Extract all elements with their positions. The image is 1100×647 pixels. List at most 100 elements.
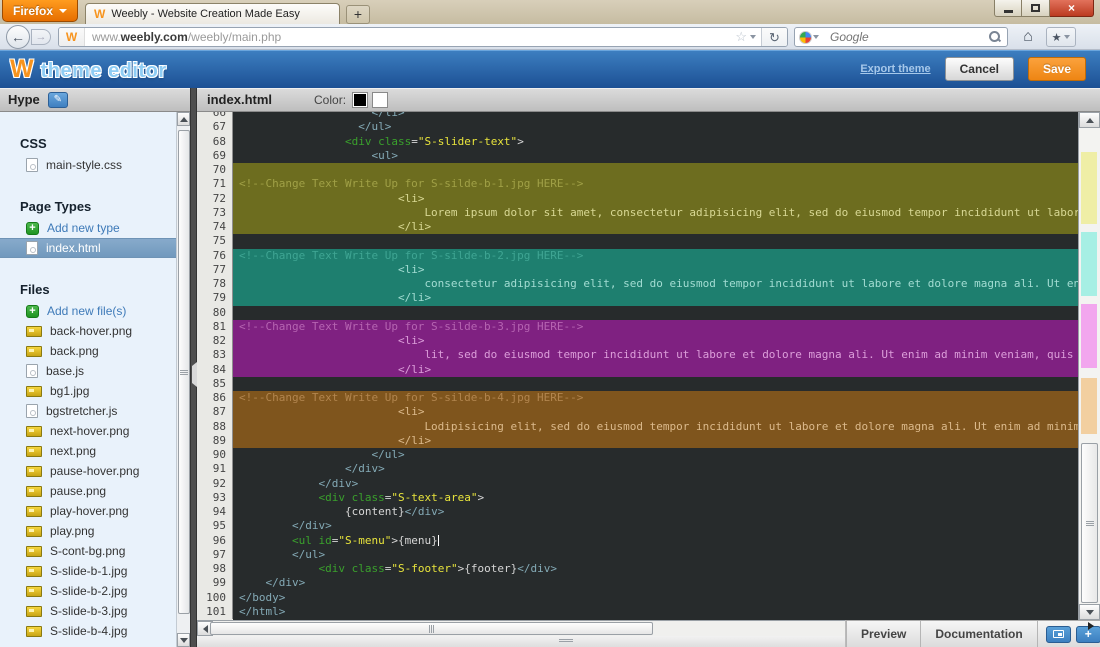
color-swatch-black[interactable] bbox=[352, 91, 369, 108]
url-text[interactable]: www.weebly.com/weebly/main.php bbox=[85, 30, 733, 44]
file-list-item[interactable]: play.png bbox=[0, 521, 176, 541]
scroll-up-button[interactable] bbox=[177, 112, 190, 126]
editor-horizontal-scrollbar[interactable] bbox=[197, 620, 845, 636]
code-line[interactable]: 87 <li> bbox=[197, 405, 1078, 420]
code-line[interactable]: 80 bbox=[197, 305, 1078, 320]
code-line[interactable]: 86 <!--Change Text Write Up for S-silde-b… bbox=[197, 391, 1078, 406]
code-line[interactable]: 100 </body> bbox=[197, 590, 1078, 605]
url-dropdown-icon[interactable] bbox=[750, 35, 756, 39]
browser-tab[interactable]: W Weebly - Website Creation Made Easy bbox=[85, 3, 340, 24]
file-list-item[interactable]: S-cont-bg.png bbox=[0, 541, 176, 561]
code-line[interactable]: 95 </div> bbox=[197, 519, 1078, 534]
scroll-down-button[interactable] bbox=[177, 633, 190, 647]
scrollbar-thumb[interactable] bbox=[210, 622, 653, 635]
color-swatch-white[interactable] bbox=[372, 91, 389, 108]
file-list-item[interactable]: pause.png bbox=[0, 481, 176, 501]
code-line[interactable]: 91 </div> bbox=[197, 462, 1078, 477]
code-line[interactable]: 90 </ul> bbox=[197, 448, 1078, 463]
file-list-item[interactable]: base.js bbox=[0, 361, 176, 381]
reload-button[interactable]: ↻ bbox=[761, 28, 787, 46]
file-list-item[interactable]: next-hover.png bbox=[0, 421, 176, 441]
code-line[interactable]: 98 <div class="S-footer">{footer}</div> bbox=[197, 562, 1078, 577]
code-line[interactable]: 81 <!--Change Text Write Up for S-silde-b… bbox=[197, 319, 1078, 334]
add-new-type-button[interactable]: + Add new type bbox=[0, 218, 176, 238]
forward-button[interactable]: → bbox=[31, 29, 51, 45]
code-line[interactable]: 84 </li> bbox=[197, 362, 1078, 377]
code-line[interactable]: 78 consectetur adipisicing elit, sed do … bbox=[197, 277, 1078, 292]
preview-button[interactable]: Preview bbox=[846, 621, 922, 647]
search-engine-dropdown-icon[interactable] bbox=[813, 35, 819, 39]
scrollbar-thumb[interactable] bbox=[178, 130, 190, 614]
search-input[interactable] bbox=[824, 29, 989, 45]
add-new-files-button[interactable]: + Add new file(s) bbox=[0, 301, 176, 321]
code-line[interactable]: 76 <!--Change Text Write Up for S-silde-b… bbox=[197, 248, 1078, 263]
minimize-button[interactable] bbox=[994, 0, 1022, 17]
close-button[interactable]: × bbox=[1050, 0, 1094, 17]
search-bar[interactable] bbox=[794, 27, 1008, 47]
code-line[interactable]: 66 </li> bbox=[197, 112, 1078, 121]
save-button[interactable]: Save bbox=[1027, 57, 1086, 81]
scroll-down-button[interactable] bbox=[1079, 604, 1100, 620]
back-button[interactable]: ← bbox=[6, 25, 30, 49]
code-line[interactable]: 77 <li> bbox=[197, 262, 1078, 277]
popout-preview-button[interactable] bbox=[1045, 625, 1071, 643]
maximize-button[interactable] bbox=[1022, 0, 1050, 17]
code-line[interactable]: 94 {content}</div> bbox=[197, 505, 1078, 520]
code-line[interactable]: 97 </ul> bbox=[197, 547, 1078, 562]
code-line[interactable]: 92 </div> bbox=[197, 476, 1078, 491]
code-line[interactable]: 82 <li> bbox=[197, 334, 1078, 349]
file-list-item[interactable]: back.png bbox=[0, 341, 176, 361]
code-editor[interactable]: 66 </li> 67 </ul> 68 <div class="S-slider-… bbox=[197, 112, 1078, 620]
code-line[interactable]: 89 </li> bbox=[197, 433, 1078, 448]
resize-grip-icon[interactable] bbox=[559, 639, 573, 642]
magnifier-icon[interactable] bbox=[989, 31, 1001, 43]
code-line[interactable]: 71 <!--Change Text Write Up for S-silde-b… bbox=[197, 177, 1078, 192]
code-line[interactable]: 73 Lorem ipsum dolor sit amet, consectet… bbox=[197, 205, 1078, 220]
google-search-icon[interactable] bbox=[799, 30, 812, 44]
export-theme-link[interactable]: Export theme bbox=[860, 63, 930, 75]
code-line[interactable]: 83 lit, sed do eiusmod tempor incididunt… bbox=[197, 348, 1078, 363]
code-line[interactable]: 101 </html> bbox=[197, 604, 1078, 619]
code-line[interactable]: 70 bbox=[197, 163, 1078, 178]
sidebar-item-index-html[interactable]: index.html bbox=[0, 238, 176, 258]
editor-vertical-scrollbar[interactable] bbox=[1078, 112, 1100, 620]
firefox-menu-button[interactable]: Firefox bbox=[2, 0, 79, 22]
code-line[interactable]: 72 <li> bbox=[197, 191, 1078, 206]
file-list-item[interactable]: S-slide-b-1.jpg bbox=[0, 561, 176, 581]
file-list-item[interactable]: S-slide-b-3.jpg bbox=[0, 601, 176, 621]
code-line[interactable]: 99 </div> bbox=[197, 576, 1078, 591]
file-list-item[interactable]: pause-hover.png bbox=[0, 461, 176, 481]
sidebar-item-main-style-css[interactable]: main-style.css bbox=[0, 155, 176, 175]
code-line[interactable]: 68 <div class="S-slider-text"> bbox=[197, 134, 1078, 149]
new-tab-button[interactable]: + bbox=[346, 5, 370, 24]
code-line[interactable]: 69 <ul> bbox=[197, 148, 1078, 163]
file-list-item[interactable]: S-slide-b-2.jpg bbox=[0, 581, 176, 601]
code-line[interactable]: 93 <div class="S-text-area"> bbox=[197, 490, 1078, 505]
url-bar[interactable]: W www.weebly.com/weebly/main.php ☆ ↻ bbox=[58, 27, 788, 47]
sidebar-scrollbar[interactable] bbox=[176, 112, 190, 647]
home-button[interactable]: ⌂ bbox=[1016, 26, 1040, 48]
bookmarks-button[interactable]: ★ bbox=[1046, 27, 1076, 47]
code-line[interactable]: 67 </ul> bbox=[197, 120, 1078, 135]
code-line[interactable]: 85 bbox=[197, 376, 1078, 391]
code-line[interactable]: 96 <ul id="S-menu">{menu} bbox=[197, 533, 1078, 548]
code-line[interactable]: 74 </li> bbox=[197, 220, 1078, 235]
file-list-item[interactable]: next.png bbox=[0, 441, 176, 461]
file-list-item[interactable]: S-slide-b-4.jpg bbox=[0, 621, 176, 641]
panel-splitter[interactable] bbox=[190, 88, 197, 647]
cancel-button[interactable]: Cancel bbox=[944, 57, 1014, 81]
file-list-item[interactable]: back-hover.png bbox=[0, 321, 176, 341]
file-list-item[interactable]: bgstretcher.js bbox=[0, 401, 176, 421]
scroll-right-arrow-icon[interactable] bbox=[1088, 622, 1094, 630]
scroll-up-button[interactable] bbox=[1079, 112, 1100, 128]
code-line[interactable]: 79 </li> bbox=[197, 291, 1078, 306]
file-list-item[interactable]: play-hover.png bbox=[0, 501, 176, 521]
documentation-button[interactable]: Documentation bbox=[921, 621, 1038, 647]
edit-theme-name-button[interactable]: ✎ bbox=[47, 91, 68, 108]
scrollbar-thumb[interactable] bbox=[1081, 443, 1098, 603]
code-line[interactable]: 88 Lodipisicing elit, sed do eiusmod tem… bbox=[197, 419, 1078, 434]
file-list-item[interactable]: bg1.jpg bbox=[0, 381, 176, 401]
bookmark-star-icon[interactable]: ☆ bbox=[733, 29, 749, 45]
line-number: 94 bbox=[197, 505, 233, 520]
code-line[interactable]: 75 bbox=[197, 234, 1078, 249]
